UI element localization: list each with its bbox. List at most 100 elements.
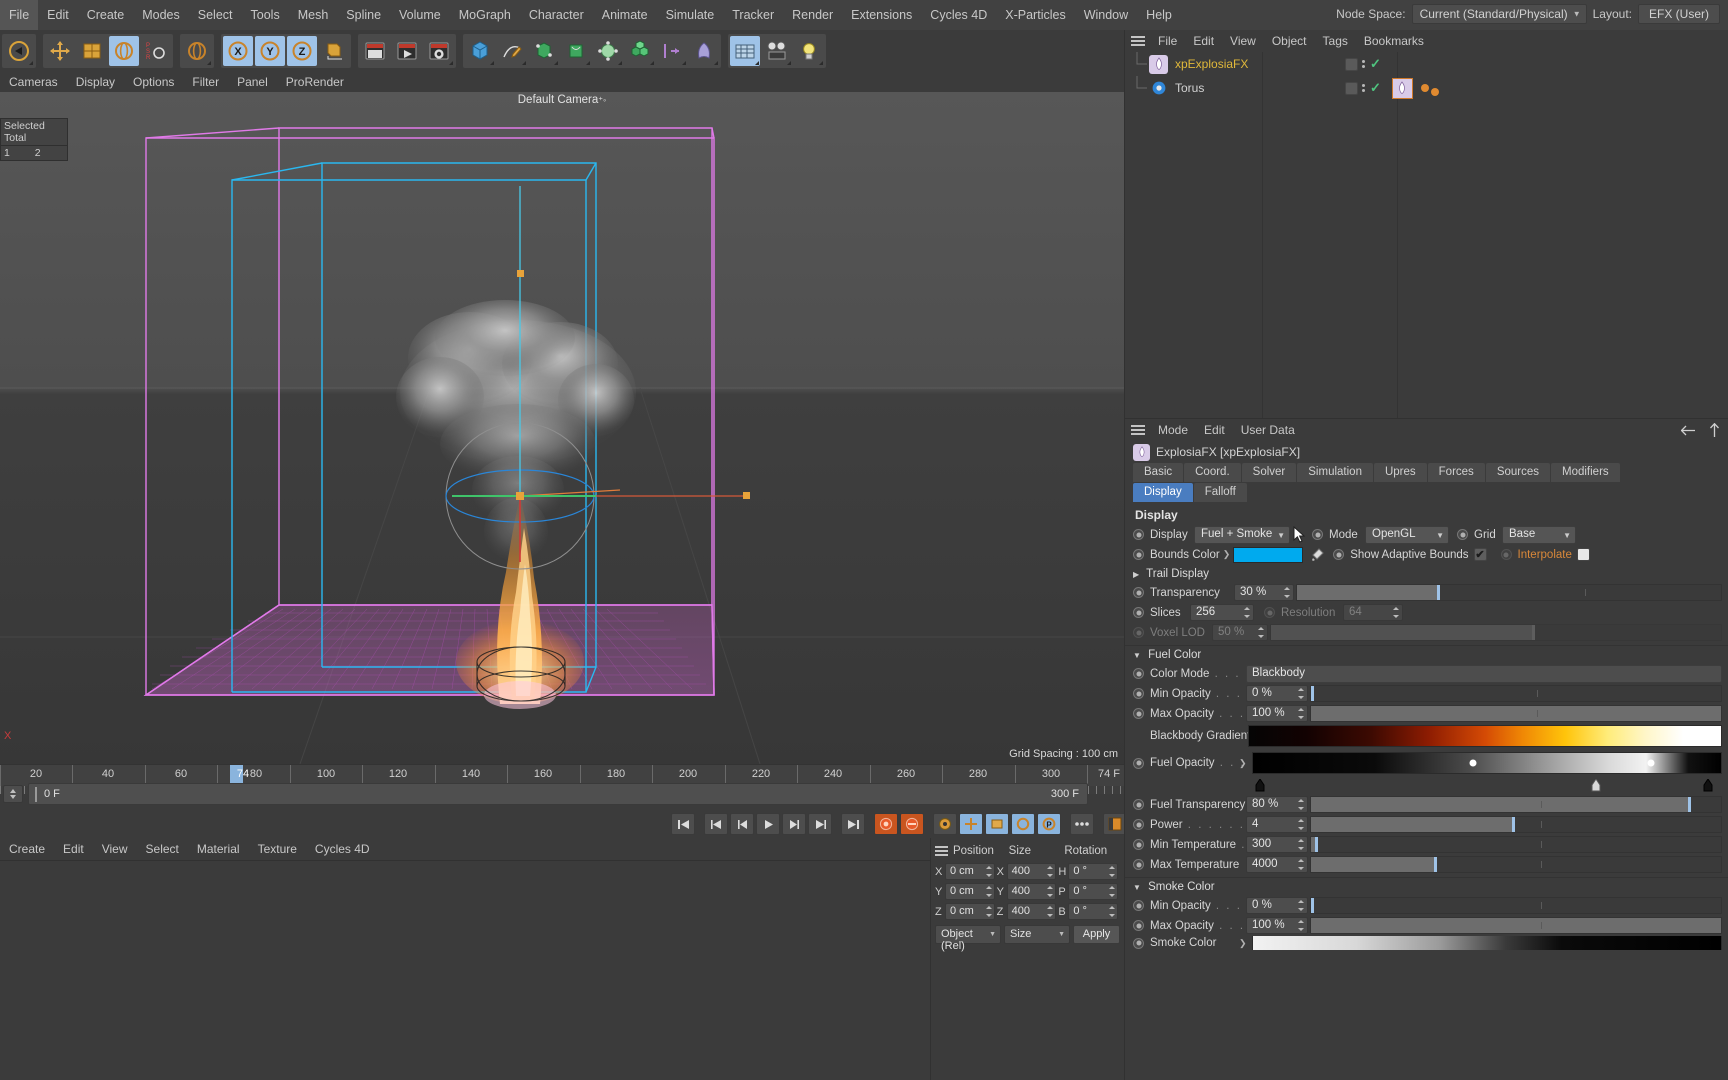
smoke-max-opacity-input[interactable]: 100 % [1246, 917, 1308, 934]
menu-item-window[interactable]: Window [1075, 0, 1137, 30]
viewport-menu-filter[interactable]: Filter [183, 72, 228, 92]
power-radio[interactable] [1133, 819, 1144, 830]
mode-dropdown[interactable]: OpenGL ▼ [1365, 525, 1449, 544]
add-deformer-button[interactable] [561, 36, 591, 66]
material-menu-cycles4d[interactable]: Cycles 4D [306, 838, 379, 860]
keyframe-move-button[interactable] [959, 813, 983, 835]
min-temperature-radio[interactable] [1133, 839, 1144, 850]
add-effector-button[interactable] [657, 36, 687, 66]
object-row-torus[interactable]: Torus ✓ [1125, 76, 1728, 100]
max-temperature-radio[interactable] [1133, 859, 1144, 870]
material-menu-material[interactable]: Material [188, 838, 249, 860]
material-menu-select[interactable]: Select [137, 838, 188, 860]
viewport-menu-options[interactable]: Options [124, 72, 183, 92]
play-button[interactable] [756, 813, 780, 835]
color-mode-radio[interactable] [1133, 668, 1144, 679]
rotate-tool-button[interactable] [109, 36, 139, 66]
material-menu-texture[interactable]: Texture [249, 838, 306, 860]
gradient-handle-mid-icon[interactable] [1591, 779, 1601, 792]
object-menu-tags[interactable]: Tags [1315, 30, 1356, 52]
object-row-xpexplosiafx[interactable]: xpExplosiaFX ✓ [1125, 52, 1728, 76]
max-temperature-input[interactable]: 4000 [1246, 856, 1308, 873]
gradient-handle-start-icon[interactable] [1255, 779, 1265, 792]
tab-falloff[interactable]: Falloff [1193, 483, 1247, 502]
add-environment-button[interactable] [593, 36, 623, 66]
group-smoke-color[interactable]: ▼ Smoke Color [1125, 877, 1728, 896]
display-dropdown[interactable]: Fuel + Smoke ▼ [1194, 525, 1290, 544]
keyframe-more-button[interactable] [1070, 813, 1094, 835]
power-input[interactable]: 4 [1246, 816, 1308, 833]
smoke-min-opacity-input[interactable]: 0 % [1246, 897, 1308, 914]
fuel-transparency-radio[interactable] [1133, 799, 1144, 810]
show-adaptive-bounds-radio[interactable] [1333, 549, 1345, 560]
keyframe-param-button[interactable]: P [1037, 813, 1061, 835]
menu-item-tools[interactable]: Tools [242, 0, 289, 30]
autokey-button[interactable] [900, 813, 924, 835]
add-cube-button[interactable] [465, 36, 495, 66]
rotation-p-input[interactable]: 0 ° [1068, 883, 1119, 900]
menu-item-animate[interactable]: Animate [593, 0, 657, 30]
node-space-dropdown[interactable]: Current (Standard/Physical) ▼ [1411, 4, 1587, 24]
go-to-start-button[interactable] [671, 813, 695, 835]
range-grip-icon[interactable] [35, 787, 37, 802]
fuel-max-opacity-input[interactable]: 100 % [1246, 705, 1308, 722]
size-x-input[interactable]: 400 cm [1006, 863, 1057, 880]
up-arrow-icon[interactable] [1709, 423, 1720, 437]
psr-tool-button[interactable]: PSR [141, 36, 171, 66]
object-menu-view[interactable]: View [1222, 30, 1264, 52]
viewport-menu-display[interactable]: Display [67, 72, 124, 92]
material-menu-create[interactable]: Create [0, 838, 54, 860]
particle-tag-icon[interactable] [1420, 84, 1429, 92]
min-temperature-input[interactable]: 300 [1246, 836, 1308, 853]
interpolate-radio[interactable] [1500, 549, 1512, 560]
position-x-input[interactable]: 0 cm [945, 863, 995, 880]
object-manager-tree[interactable]: xpExplosiaFX ✓ Torus ✓ [1125, 52, 1728, 418]
gradient-knot-2[interactable] [1647, 759, 1655, 767]
viewport-menu-panel[interactable]: Panel [228, 72, 277, 92]
smoke-color-gradient-bar[interactable] [1251, 936, 1722, 950]
fuel-transparency-input[interactable]: 80 % [1246, 796, 1308, 813]
min-temperature-slider[interactable] [1310, 836, 1722, 853]
expand-arrow-icon[interactable]: ❯ [1239, 758, 1247, 769]
material-menu-edit[interactable]: Edit [54, 838, 93, 860]
tab-sources[interactable]: Sources [1485, 463, 1550, 482]
coordinate-size-dropdown[interactable]: Size ▼ [1004, 925, 1070, 944]
slices-input[interactable]: 256 [1190, 604, 1254, 621]
material-menu-view[interactable]: View [93, 838, 137, 860]
blackbody-gradient-bar[interactable] [1248, 725, 1722, 747]
menu-item-character[interactable]: Character [520, 0, 593, 30]
fuel-transparency-slider[interactable] [1310, 796, 1722, 813]
coordinate-apply-button[interactable]: Apply [1073, 925, 1120, 944]
render-to-picture-viewer-button[interactable] [392, 36, 422, 66]
gradient-handle-end-icon[interactable] [1703, 779, 1713, 792]
transparency-input[interactable]: 30 % [1234, 584, 1294, 601]
keyframe-position-button[interactable] [933, 813, 957, 835]
show-adaptive-bounds-checkbox[interactable]: ✔ [1473, 548, 1487, 561]
gradient-knot-1[interactable] [1469, 759, 1477, 767]
world-object-axis-button[interactable] [319, 36, 349, 66]
position-y-input[interactable]: 0 cm [945, 883, 995, 900]
tab-modifiers[interactable]: Modifiers [1551, 463, 1620, 482]
menu-item-spline[interactable]: Spline [337, 0, 390, 30]
timeline-current-frame[interactable]: 74 F [1098, 768, 1120, 780]
menu-item-help[interactable]: Help [1137, 0, 1181, 30]
expand-arrow-icon[interactable]: ❯ [1223, 549, 1231, 560]
tab-basic[interactable]: Basic [1133, 463, 1184, 482]
display-radio[interactable] [1133, 529, 1144, 540]
object-menu-object[interactable]: Object [1264, 30, 1315, 52]
hamburger-icon[interactable] [1131, 36, 1145, 46]
eyedropper-icon[interactable] [1309, 547, 1325, 563]
smoke-color-radio[interactable] [1133, 937, 1144, 949]
enabled-check-icon[interactable]: ✓ [1370, 56, 1381, 72]
tab-upres[interactable]: Upres [1373, 463, 1427, 482]
grid-radio[interactable] [1457, 529, 1468, 540]
bounds-color-radio[interactable] [1133, 549, 1144, 560]
fuel-opacity-gradient-bar[interactable] [1251, 752, 1722, 774]
keyframe-rotate-button[interactable] [1011, 813, 1035, 835]
attr-menu-mode[interactable]: Mode [1150, 419, 1196, 441]
add-light-button[interactable] [794, 36, 824, 66]
rotation-h-input[interactable]: 0 ° [1068, 863, 1119, 880]
add-field-button[interactable] [689, 36, 719, 66]
fuel-min-opacity-input[interactable]: 0 % [1246, 685, 1308, 702]
menu-item-mesh[interactable]: Mesh [289, 0, 338, 30]
